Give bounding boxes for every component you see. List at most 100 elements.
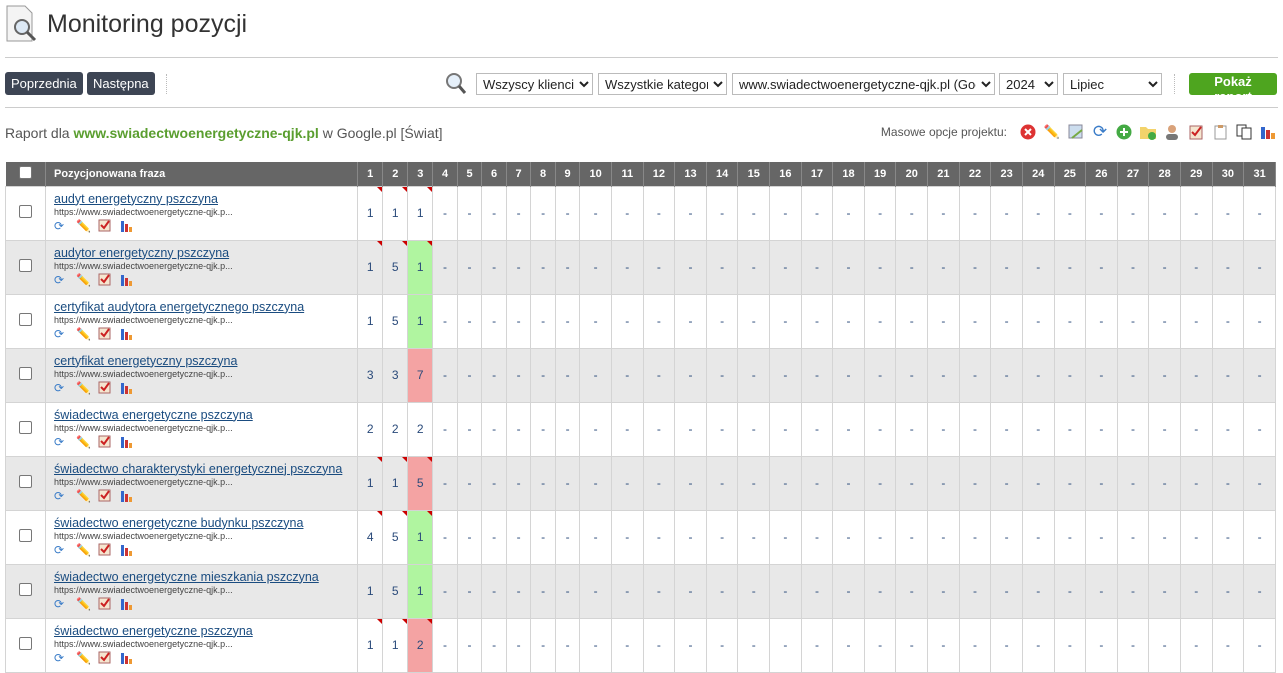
position-cell[interactable]: 1 (382, 185, 409, 241)
position-cell[interactable]: - (927, 617, 960, 673)
position-cell[interactable]: - (674, 455, 707, 511)
position-cell[interactable]: 1 (407, 563, 434, 619)
position-cell[interactable]: - (769, 401, 802, 457)
position-cell[interactable]: - (705, 563, 739, 619)
checklist-icon[interactable] (98, 381, 114, 397)
position-cell[interactable]: - (1053, 509, 1087, 565)
position-cell[interactable]: - (530, 401, 556, 457)
position-cell[interactable]: - (481, 347, 507, 403)
position-cell[interactable]: - (1116, 401, 1150, 457)
position-cell[interactable]: - (481, 401, 507, 457)
position-cell[interactable]: - (800, 347, 834, 403)
position-cell[interactable]: - (1211, 563, 1245, 619)
month-select[interactable]: Lipiec (1063, 73, 1162, 95)
position-cell[interactable]: - (1021, 185, 1055, 241)
position-cell[interactable]: - (800, 617, 834, 673)
position-cell[interactable]: - (610, 401, 644, 457)
position-cell[interactable]: - (958, 455, 992, 511)
position-cell[interactable]: - (1085, 239, 1118, 295)
position-cell[interactable]: - (1243, 509, 1276, 565)
position-cell[interactable]: - (456, 617, 483, 673)
position-cell[interactable]: - (832, 401, 865, 457)
edit-icon[interactable]: ✏️ (76, 543, 92, 559)
position-cell[interactable]: - (1053, 293, 1087, 349)
position-cell[interactable]: - (895, 617, 929, 673)
position-cell[interactable]: - (554, 563, 581, 619)
position-cell[interactable]: - (927, 347, 960, 403)
row-checkbox[interactable] (19, 367, 32, 380)
position-cell[interactable]: - (990, 239, 1023, 295)
position-cell[interactable]: - (1021, 347, 1055, 403)
edit-icon[interactable]: ✏️ (76, 273, 92, 289)
position-cell[interactable]: - (1021, 617, 1055, 673)
row-select[interactable] (4, 455, 47, 511)
position-cell[interactable]: - (705, 401, 739, 457)
position-cell[interactable]: - (530, 347, 556, 403)
position-cell[interactable]: - (1085, 617, 1118, 673)
position-cell[interactable]: - (863, 617, 897, 673)
position-cell[interactable]: - (1179, 185, 1213, 241)
position-cell[interactable]: - (1116, 563, 1150, 619)
position-cell[interactable]: - (1211, 347, 1245, 403)
position-cell[interactable]: - (554, 239, 581, 295)
checklist-icon[interactable] (98, 219, 114, 235)
position-cell[interactable]: - (958, 293, 992, 349)
row-checkbox[interactable] (19, 475, 32, 488)
position-cell[interactable]: - (432, 347, 458, 403)
position-cell[interactable]: - (1148, 401, 1181, 457)
position-cell[interactable]: - (800, 401, 834, 457)
position-cell[interactable]: - (705, 347, 739, 403)
position-cell[interactable]: - (530, 509, 556, 565)
edit-table-icon[interactable] (1067, 123, 1085, 141)
select-all-checkbox[interactable] (18, 165, 32, 179)
position-cell[interactable]: 5 (407, 455, 434, 511)
position-cell[interactable]: - (863, 401, 897, 457)
position-cell[interactable]: - (832, 293, 865, 349)
position-cell[interactable]: - (927, 401, 960, 457)
position-cell[interactable]: - (1021, 509, 1055, 565)
position-cell[interactable]: - (800, 509, 834, 565)
position-cell[interactable]: - (674, 401, 707, 457)
position-cell[interactable]: - (1085, 401, 1118, 457)
position-cell[interactable]: - (610, 347, 644, 403)
add-icon[interactable] (1115, 123, 1133, 141)
position-cell[interactable]: - (1053, 563, 1087, 619)
position-cell[interactable]: - (895, 401, 929, 457)
copy-icon[interactable] (1235, 123, 1253, 141)
position-cell[interactable]: - (579, 563, 612, 619)
refresh-icon[interactable]: ⟳ (54, 597, 70, 613)
position-cell[interactable]: 1 (357, 455, 384, 511)
position-cell[interactable]: - (674, 185, 707, 241)
position-cell[interactable]: - (705, 455, 739, 511)
position-cell[interactable]: - (990, 563, 1023, 619)
checklist-icon[interactable] (98, 273, 114, 289)
edit-icon[interactable]: ✏️ (76, 219, 92, 235)
position-cell[interactable]: - (958, 239, 992, 295)
position-cell[interactable]: - (958, 563, 992, 619)
position-cell[interactable]: - (642, 509, 676, 565)
position-cell[interactable]: - (642, 293, 676, 349)
position-cell[interactable]: 5 (382, 563, 409, 619)
position-cell[interactable]: - (705, 239, 739, 295)
position-cell[interactable]: - (432, 563, 458, 619)
position-cell[interactable]: - (432, 509, 458, 565)
position-cell[interactable]: - (1085, 509, 1118, 565)
position-cell[interactable]: - (610, 455, 644, 511)
position-cell[interactable]: - (530, 455, 556, 511)
position-cell[interactable]: - (530, 185, 556, 241)
position-cell[interactable]: - (1211, 185, 1245, 241)
client-select[interactable]: Wszyscy klienci (476, 73, 593, 95)
year-select[interactable]: 2024 (999, 73, 1058, 95)
position-cell[interactable]: - (927, 293, 960, 349)
position-cell[interactable]: - (505, 239, 532, 295)
position-cell[interactable]: - (1021, 455, 1055, 511)
position-cell[interactable]: - (481, 455, 507, 511)
position-cell[interactable]: 1 (357, 617, 384, 673)
position-cell[interactable]: - (505, 347, 532, 403)
position-cell[interactable]: - (863, 293, 897, 349)
position-cell[interactable]: - (432, 455, 458, 511)
edit-icon[interactable]: ✏️ (1043, 123, 1061, 141)
edit-icon[interactable]: ✏️ (76, 435, 92, 451)
position-cell[interactable]: - (481, 617, 507, 673)
position-cell[interactable]: - (1243, 347, 1276, 403)
